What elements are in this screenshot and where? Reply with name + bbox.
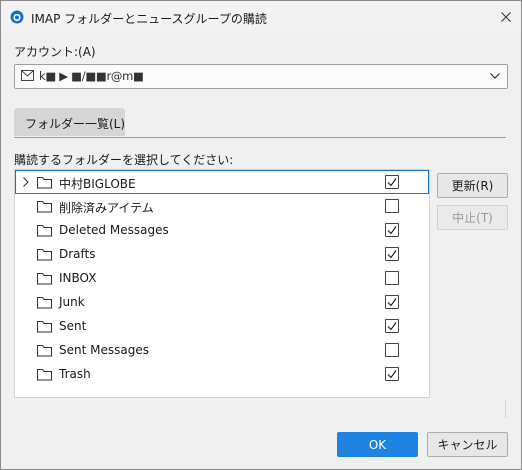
account-dropdown[interactable]: k■ ▶ ■/■■r@m■ (14, 64, 508, 89)
folder-name: Trash (59, 367, 91, 381)
folder-name: Sent (59, 319, 87, 333)
folder-row[interactable]: Trash (15, 362, 429, 386)
folder-icon (37, 321, 52, 333)
ok-button[interactable]: OK (337, 432, 418, 457)
instruction-text: 購読するフォルダーを選択してください: (14, 153, 234, 167)
chevron-right-icon[interactable] (21, 176, 31, 188)
subscribe-checkbox[interactable] (385, 271, 399, 285)
subscribe-checkbox[interactable] (385, 343, 399, 357)
subscribe-checkbox[interactable] (385, 199, 399, 213)
subscribe-checkbox[interactable] (385, 223, 399, 237)
checkmark-icon (387, 226, 397, 235)
folder-name: Deleted Messages (59, 223, 169, 237)
divider (505, 400, 506, 418)
folder-name: INBOX (59, 271, 97, 285)
cancel-button[interactable]: キャンセル (427, 432, 508, 457)
thunderbird-app-icon (10, 10, 24, 24)
folder-tree[interactable]: 中村BIGLOBE 削除済みアイテム Deleted Messages Draf… (14, 169, 430, 398)
folder-row[interactable]: Junk (15, 290, 429, 314)
folder-icon (37, 249, 52, 261)
folder-icon (37, 345, 52, 357)
folder-row[interactable]: Deleted Messages (15, 218, 429, 242)
checkmark-icon (387, 250, 397, 259)
mail-account-icon (21, 70, 34, 81)
folder-icon (37, 369, 52, 381)
title-bar: IMAP フォルダーとニュースグループの購読 (1, 1, 521, 33)
subscribe-checkbox[interactable] (385, 319, 399, 333)
tab-folder-list[interactable]: フォルダー一覧(L) (14, 108, 125, 136)
checkmark-icon (387, 322, 397, 331)
close-button[interactable] (491, 1, 521, 33)
folder-name: 削除済みアイテム (59, 201, 154, 215)
checkmark-icon (387, 178, 397, 187)
stop-button[interactable]: 中止(T) (437, 205, 508, 230)
folder-row[interactable]: Drafts (15, 242, 429, 266)
checkmark-icon (387, 370, 397, 379)
folder-icon (37, 177, 52, 189)
account-value: k■ ▶ ■/■■r@m■ (39, 69, 144, 83)
refresh-button[interactable]: 更新(R) (437, 173, 508, 198)
window-title: IMAP フォルダーとニュースグループの購読 (31, 12, 267, 26)
subscribe-checkbox[interactable] (385, 247, 399, 261)
folder-row[interactable]: INBOX (15, 266, 429, 290)
folder-name: Drafts (59, 247, 96, 261)
tab-divider (14, 137, 506, 138)
folder-icon (37, 225, 52, 237)
folder-name: Sent Messages (59, 343, 149, 357)
folder-icon (37, 201, 52, 213)
folder-icon (37, 297, 52, 309)
checkmark-icon (387, 298, 397, 307)
subscribe-checkbox[interactable] (385, 175, 399, 189)
folder-row[interactable]: 中村BIGLOBE (15, 170, 429, 194)
folder-name: 中村BIGLOBE (59, 177, 136, 191)
subscribe-checkbox[interactable] (385, 295, 399, 309)
subscribe-dialog: IMAP フォルダーとニュースグループの購読 アカウント:(A) k■ ▶ ■/… (0, 0, 522, 470)
folder-icon (37, 273, 52, 285)
account-label: アカウント:(A) (14, 45, 96, 59)
folder-row[interactable]: Sent Messages (15, 338, 429, 362)
subscribe-checkbox[interactable] (385, 367, 399, 381)
folder-row[interactable]: 削除済みアイテム (15, 194, 429, 218)
folder-row[interactable]: Sent (15, 314, 429, 338)
chevron-down-icon (490, 73, 500, 79)
folder-name: Junk (59, 295, 85, 309)
tab-folder-list-label: フォルダー一覧(L) (25, 117, 126, 131)
close-icon (501, 12, 511, 22)
